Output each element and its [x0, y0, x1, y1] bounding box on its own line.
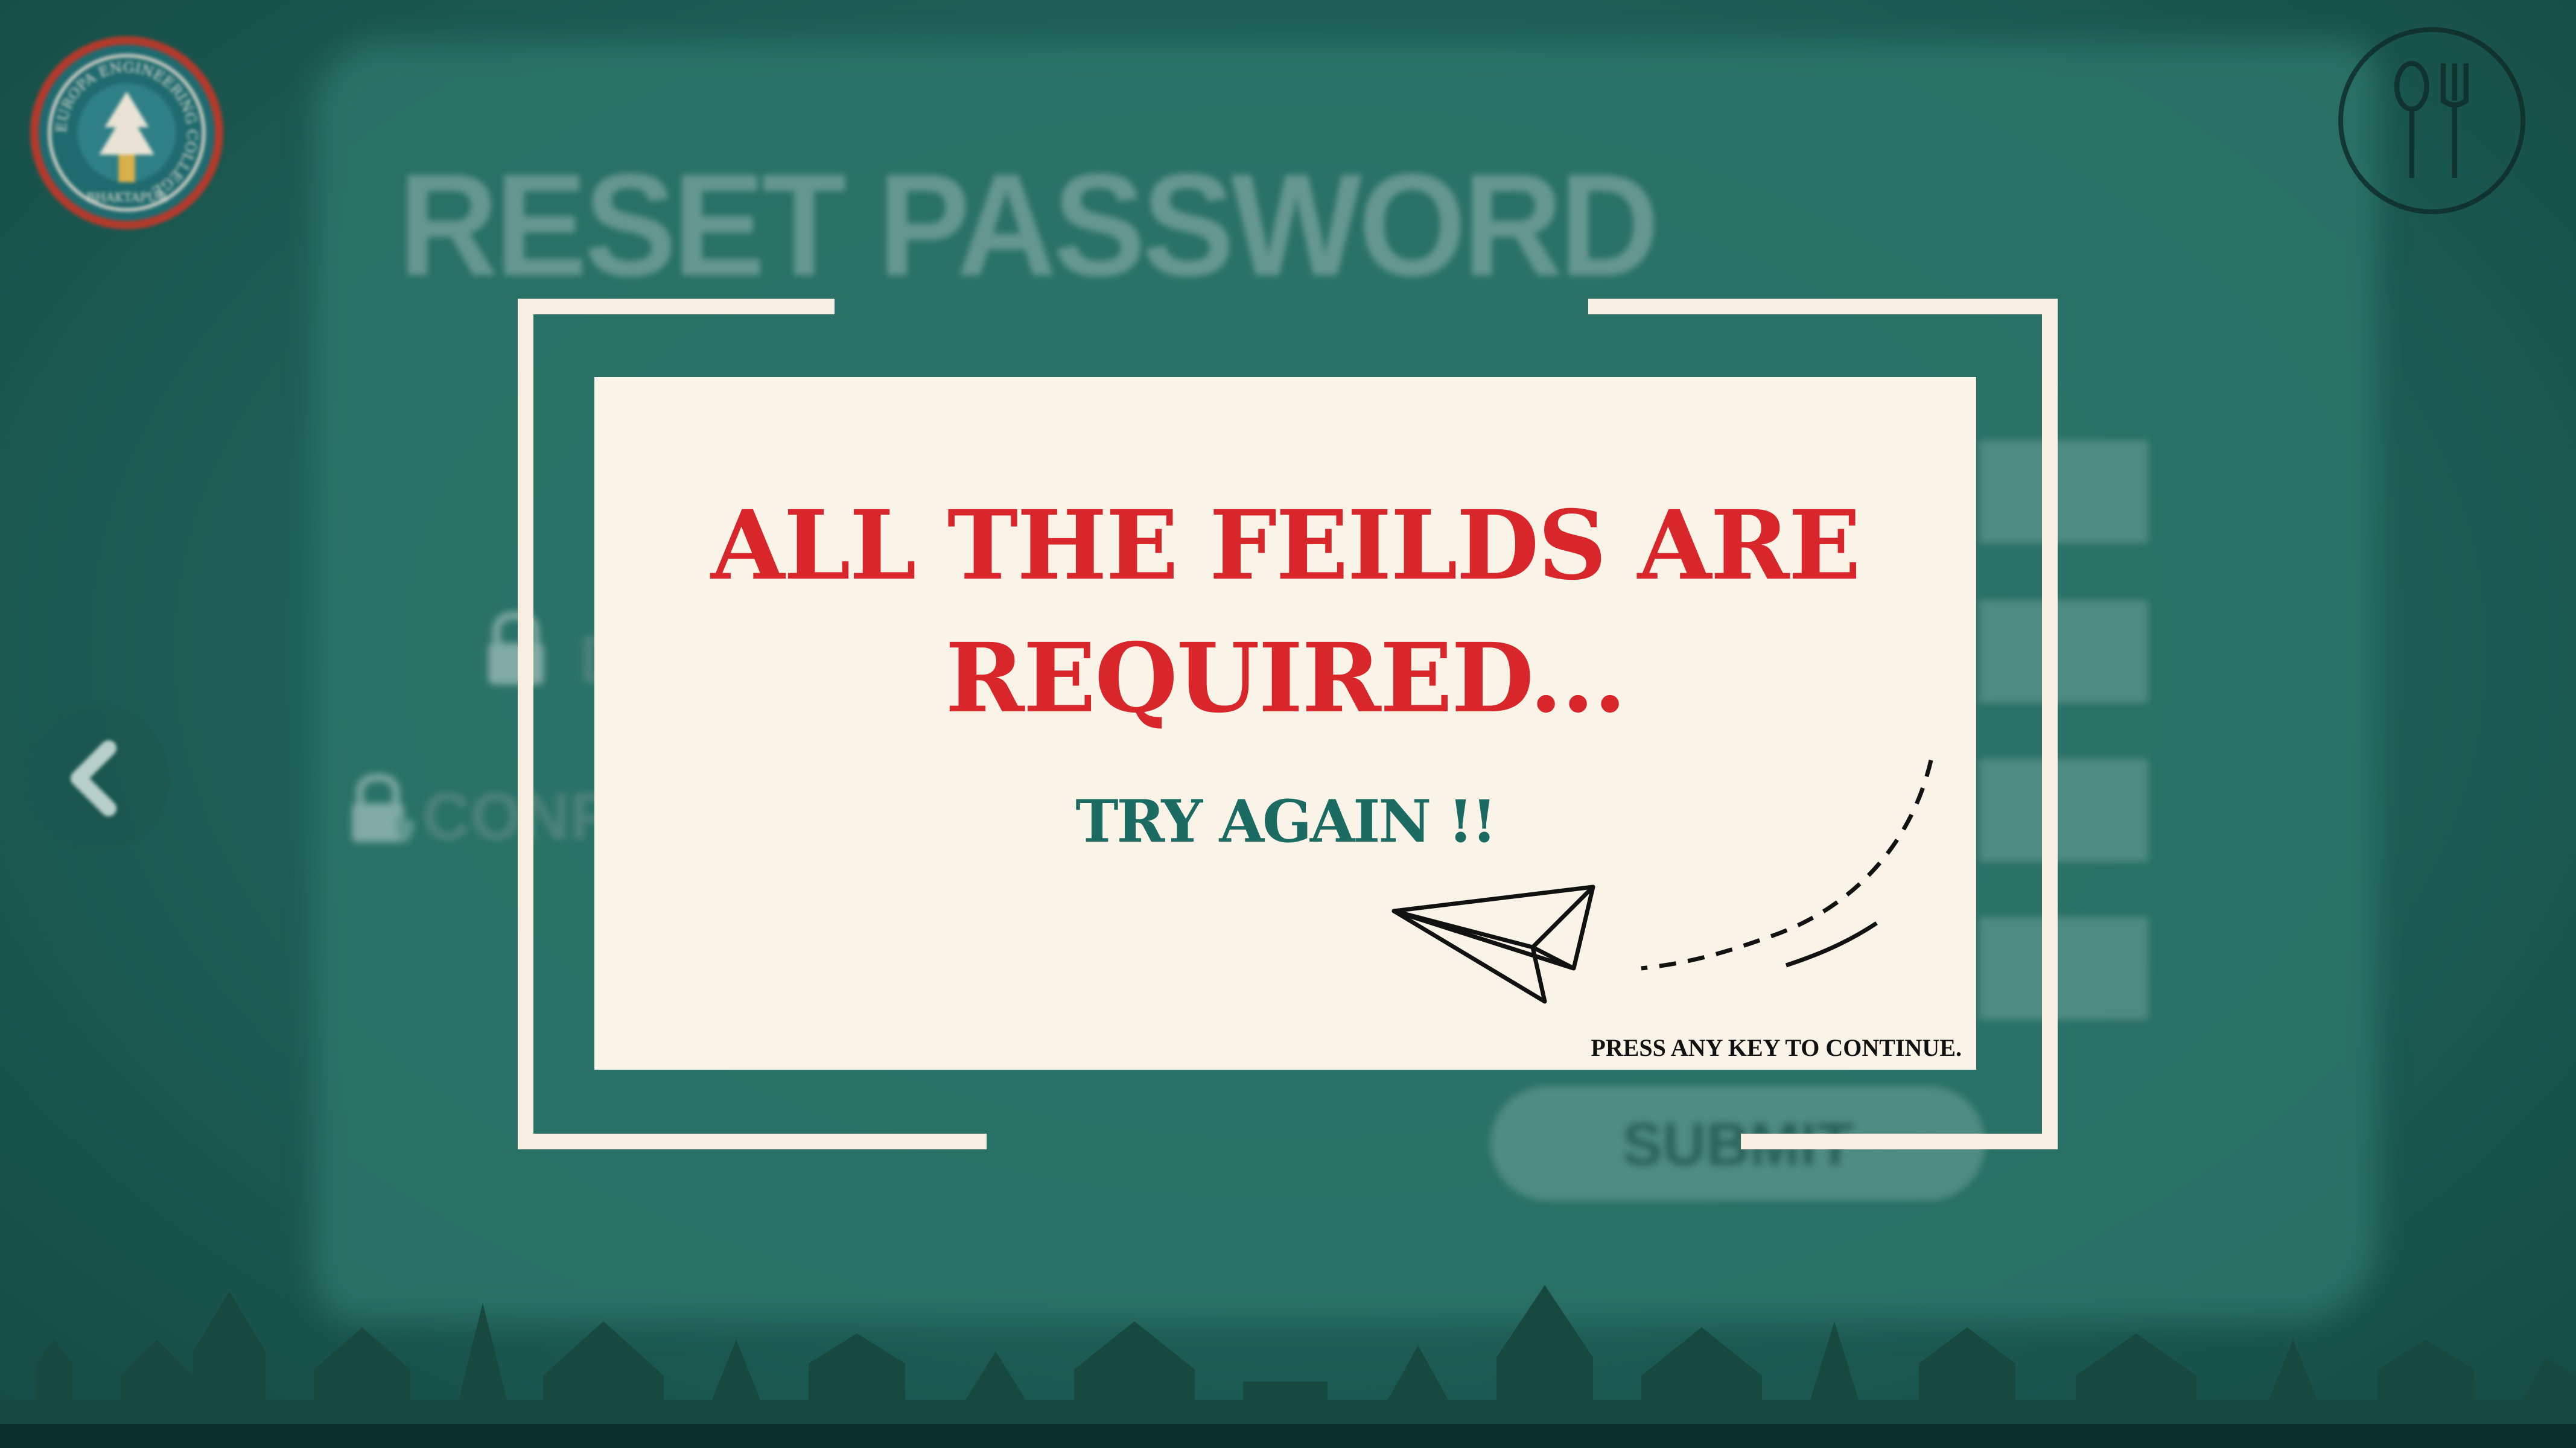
logo-subtext: BHAKTAPUR	[86, 190, 168, 205]
lock-icon	[483, 609, 549, 690]
frame-left	[518, 299, 533, 1149]
fork-spoon-icon[interactable]	[2338, 27, 2525, 214]
frame-bottom-right	[1741, 1134, 2058, 1149]
dialog-title-line1: ALL THE FEILDS ARE	[710, 490, 1861, 602]
app-screen: EUROPA ENGINEERING COLLEGE BHAKTAPUR RES…	[0, 0, 2576, 1448]
extra-field[interactable]	[1979, 917, 2148, 1020]
city-skyline	[0, 1285, 2576, 1448]
frame-right	[2042, 299, 2058, 1149]
frame-top-left	[518, 299, 835, 314]
lock-shield-icon	[347, 769, 419, 850]
paper-plane-icon	[1391, 760, 1933, 1004]
page-title: RESET PASSWORD	[398, 143, 1659, 306]
dialog-title-line2: REQUIRED...	[945, 623, 1626, 734]
frame-bottom-left	[518, 1134, 987, 1149]
back-button[interactable]	[24, 706, 169, 851]
college-seal-icon: EUROPA ENGINEERING COLLEGE BHAKTAPUR	[30, 36, 223, 229]
dialog-title: ALL THE FEILDS ARE REQUIRED...	[594, 480, 1976, 745]
password-field[interactable]	[1979, 440, 2148, 543]
new-password-field[interactable]	[1979, 600, 2148, 703]
chevron-left-icon	[71, 740, 116, 816]
frame-top-right	[1588, 299, 2058, 314]
confirm-password-field[interactable]	[1979, 759, 2148, 862]
continue-hint: PRESS ANY KEY TO CONTINUE.	[1591, 1034, 1962, 1061]
confirm-label: CONF	[422, 780, 611, 854]
